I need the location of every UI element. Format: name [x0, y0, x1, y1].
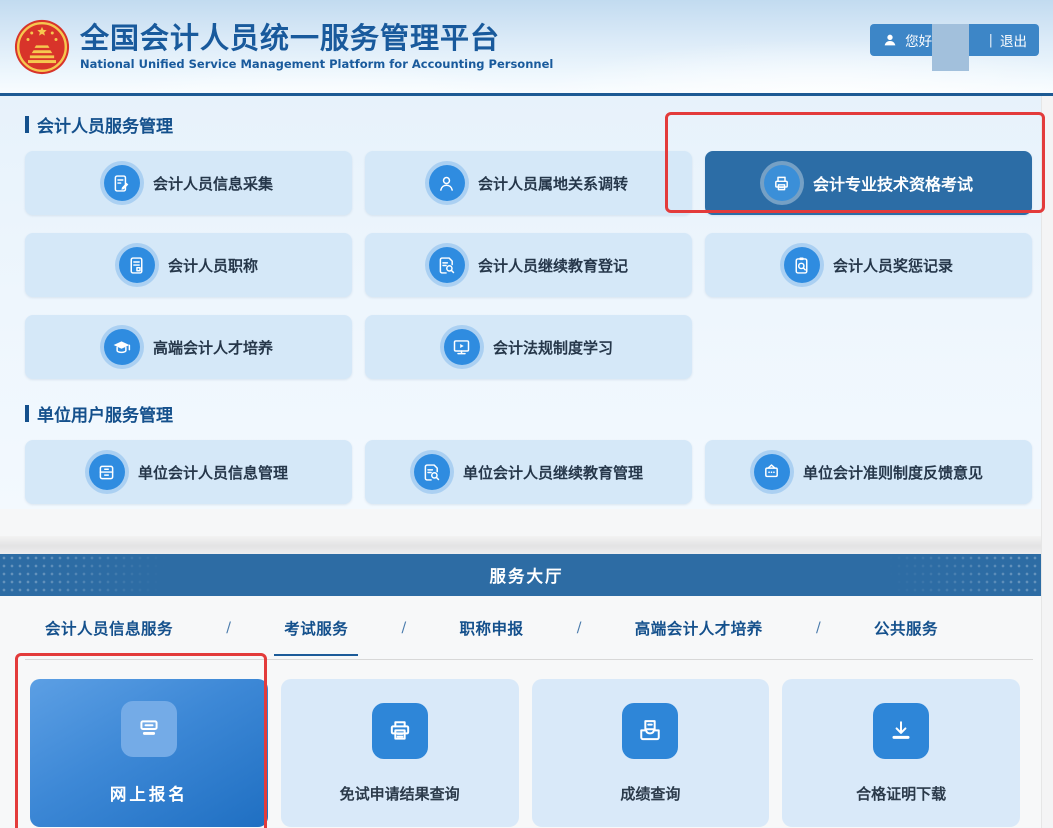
clipboard-search-icon: [784, 247, 820, 283]
hall-card-exemption-result[interactable]: 免试申请结果查询: [281, 679, 519, 827]
printer-icon: [372, 703, 428, 759]
header: 全国会计人员统一服务管理平台 National Unified Service …: [0, 0, 1053, 96]
user-icon: [882, 32, 898, 48]
tab-info-service[interactable]: 会计人员信息服务: [45, 596, 173, 659]
card-residence-transfer[interactable]: 会计人员属地关系调转: [365, 151, 692, 215]
card-elite-training[interactable]: 高端会计人才培养: [25, 315, 352, 379]
title-bar-icon: [25, 405, 29, 422]
banner-dots-left: [0, 554, 190, 596]
form-edit-icon: [104, 165, 140, 201]
card-professional-exam[interactable]: 会计专业技术资格考试: [705, 151, 1032, 215]
scrollbar[interactable]: [1041, 96, 1053, 828]
unit-card-grid: 单位会计人员信息管理 单位会计人员继续教育管理 单位会计准则制度反馈意见: [25, 440, 1032, 504]
national-emblem-logo: [14, 19, 70, 75]
section-title-unit: 单位用户服务管理: [25, 401, 1032, 426]
tab-public-service[interactable]: 公共服务: [874, 596, 938, 659]
banner-dots-right: [863, 554, 1053, 596]
hall-card-certificate-download[interactable]: 合格证明下载: [782, 679, 1020, 827]
divider-strip: [0, 536, 1053, 554]
doc-search-icon: [414, 454, 450, 490]
divider: |: [988, 32, 993, 48]
hall-card-grid: 网上报名 免试申请结果查询 成绩查询 合格证明下载: [30, 679, 1020, 827]
section-title-personnel: 会计人员服务管理: [25, 112, 1032, 137]
registration-drawer-icon: [121, 701, 177, 757]
user-menu[interactable]: 您好, | 退出: [870, 24, 1039, 56]
brand: 全国会计人员统一服务管理平台 National Unified Service …: [14, 19, 553, 75]
platform-title: 全国会计人员统一服务管理平台: [80, 22, 553, 55]
person-location-icon: [429, 165, 465, 201]
card-reward-punishment[interactable]: 会计人员奖惩记录: [705, 233, 1032, 297]
feedback-sign-icon: [754, 454, 790, 490]
exam-print-icon: [764, 165, 800, 201]
score-inbox-icon: [622, 703, 678, 759]
platform-subtitle: National Unified Service Management Plat…: [80, 57, 553, 71]
tab-separator: /: [226, 596, 231, 659]
tab-title-declaration[interactable]: 职称申报: [459, 596, 523, 659]
service-management-area: 会计人员服务管理 会计人员信息采集 会计人员属地关系调转 会计专业技术资格考试 …: [0, 96, 1053, 509]
service-hall-banner: 服务大厅: [0, 554, 1053, 596]
download-icon: [873, 703, 929, 759]
card-unit-feedback[interactable]: 单位会计准则制度反馈意见: [705, 440, 1032, 504]
card-continuing-education[interactable]: 会计人员继续教育登记: [365, 233, 692, 297]
personnel-card-grid: 会计人员信息采集 会计人员属地关系调转 会计专业技术资格考试 会计人员职称 会计…: [25, 151, 1032, 379]
service-hall-title: 服务大厅: [490, 563, 564, 587]
redacted-username: [932, 24, 969, 71]
tab-separator: /: [577, 596, 582, 659]
service-hall: 会计人员信息服务 / 考试服务 / 职称申报 / 高端会计人才培养 / 公共服务…: [0, 596, 1053, 827]
section-gap: [0, 509, 1053, 536]
screen-play-icon: [444, 329, 480, 365]
certificate-doc-icon: [119, 247, 155, 283]
hall-card-online-registration[interactable]: 网上报名: [30, 679, 268, 827]
tab-exam-service[interactable]: 考试服务: [284, 596, 348, 659]
logout-button[interactable]: 退出: [1000, 30, 1027, 50]
archive-drawer-icon: [89, 454, 125, 490]
service-hall-tabs: 会计人员信息服务 / 考试服务 / 职称申报 / 高端会计人才培养 / 公共服务: [25, 596, 1033, 660]
tab-elite-training[interactable]: 高端会计人才培养: [635, 596, 763, 659]
title-bar-icon: [25, 116, 29, 133]
graduation-cap-icon: [104, 329, 140, 365]
card-title[interactable]: 会计人员职称: [25, 233, 352, 297]
tab-separator: /: [402, 596, 407, 659]
platform-titles: 全国会计人员统一服务管理平台 National Unified Service …: [80, 22, 553, 71]
card-unit-continuing-education[interactable]: 单位会计人员继续教育管理: [365, 440, 692, 504]
doc-search-icon: [429, 247, 465, 283]
tab-separator: /: [816, 596, 821, 659]
hall-card-score-query[interactable]: 成绩查询: [532, 679, 770, 827]
card-law-study[interactable]: 会计法规制度学习: [365, 315, 692, 379]
card-unit-info-management[interactable]: 单位会计人员信息管理: [25, 440, 352, 504]
card-info-collection[interactable]: 会计人员信息采集: [25, 151, 352, 215]
